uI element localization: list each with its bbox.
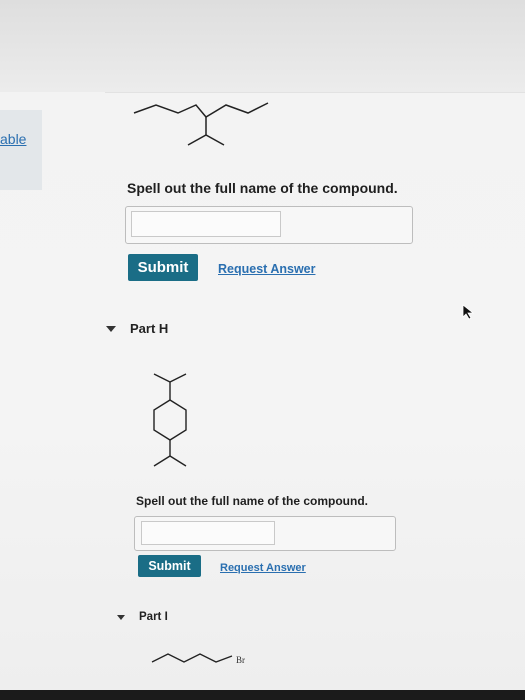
sidebar-tab[interactable] (0, 110, 42, 190)
submit-button-h[interactable]: Submit (138, 555, 201, 577)
disclosure-triangle-icon[interactable] (117, 614, 125, 620)
bottom-bezel (0, 690, 525, 700)
part-h-label: Part H (130, 321, 169, 336)
question-g-prompt: Spell out the full name of the compound. (127, 180, 398, 196)
request-answer-link-g[interactable]: Request Answer (218, 262, 315, 276)
answer-input-h[interactable] (141, 521, 275, 545)
disclosure-triangle-icon[interactable] (106, 325, 116, 332)
submit-button-g[interactable]: Submit (128, 254, 198, 281)
part-i-header[interactable]: Part I (117, 611, 168, 623)
bromine-label: Br (236, 655, 245, 665)
answer-input-g[interactable] (131, 211, 281, 237)
part-i-label: Part I (139, 611, 168, 623)
part-h-prompt: Spell out the full name of the compound. (136, 494, 368, 508)
compound-structure-h (153, 373, 187, 467)
compound-structure-g (133, 102, 269, 146)
mouse-cursor-icon (462, 304, 475, 320)
periodic-table-link[interactable]: able (0, 131, 26, 147)
request-answer-link-h[interactable]: Request Answer (220, 562, 306, 574)
part-h-header[interactable]: Part H (106, 321, 168, 336)
top-background (0, 0, 525, 92)
divider (105, 92, 525, 93)
